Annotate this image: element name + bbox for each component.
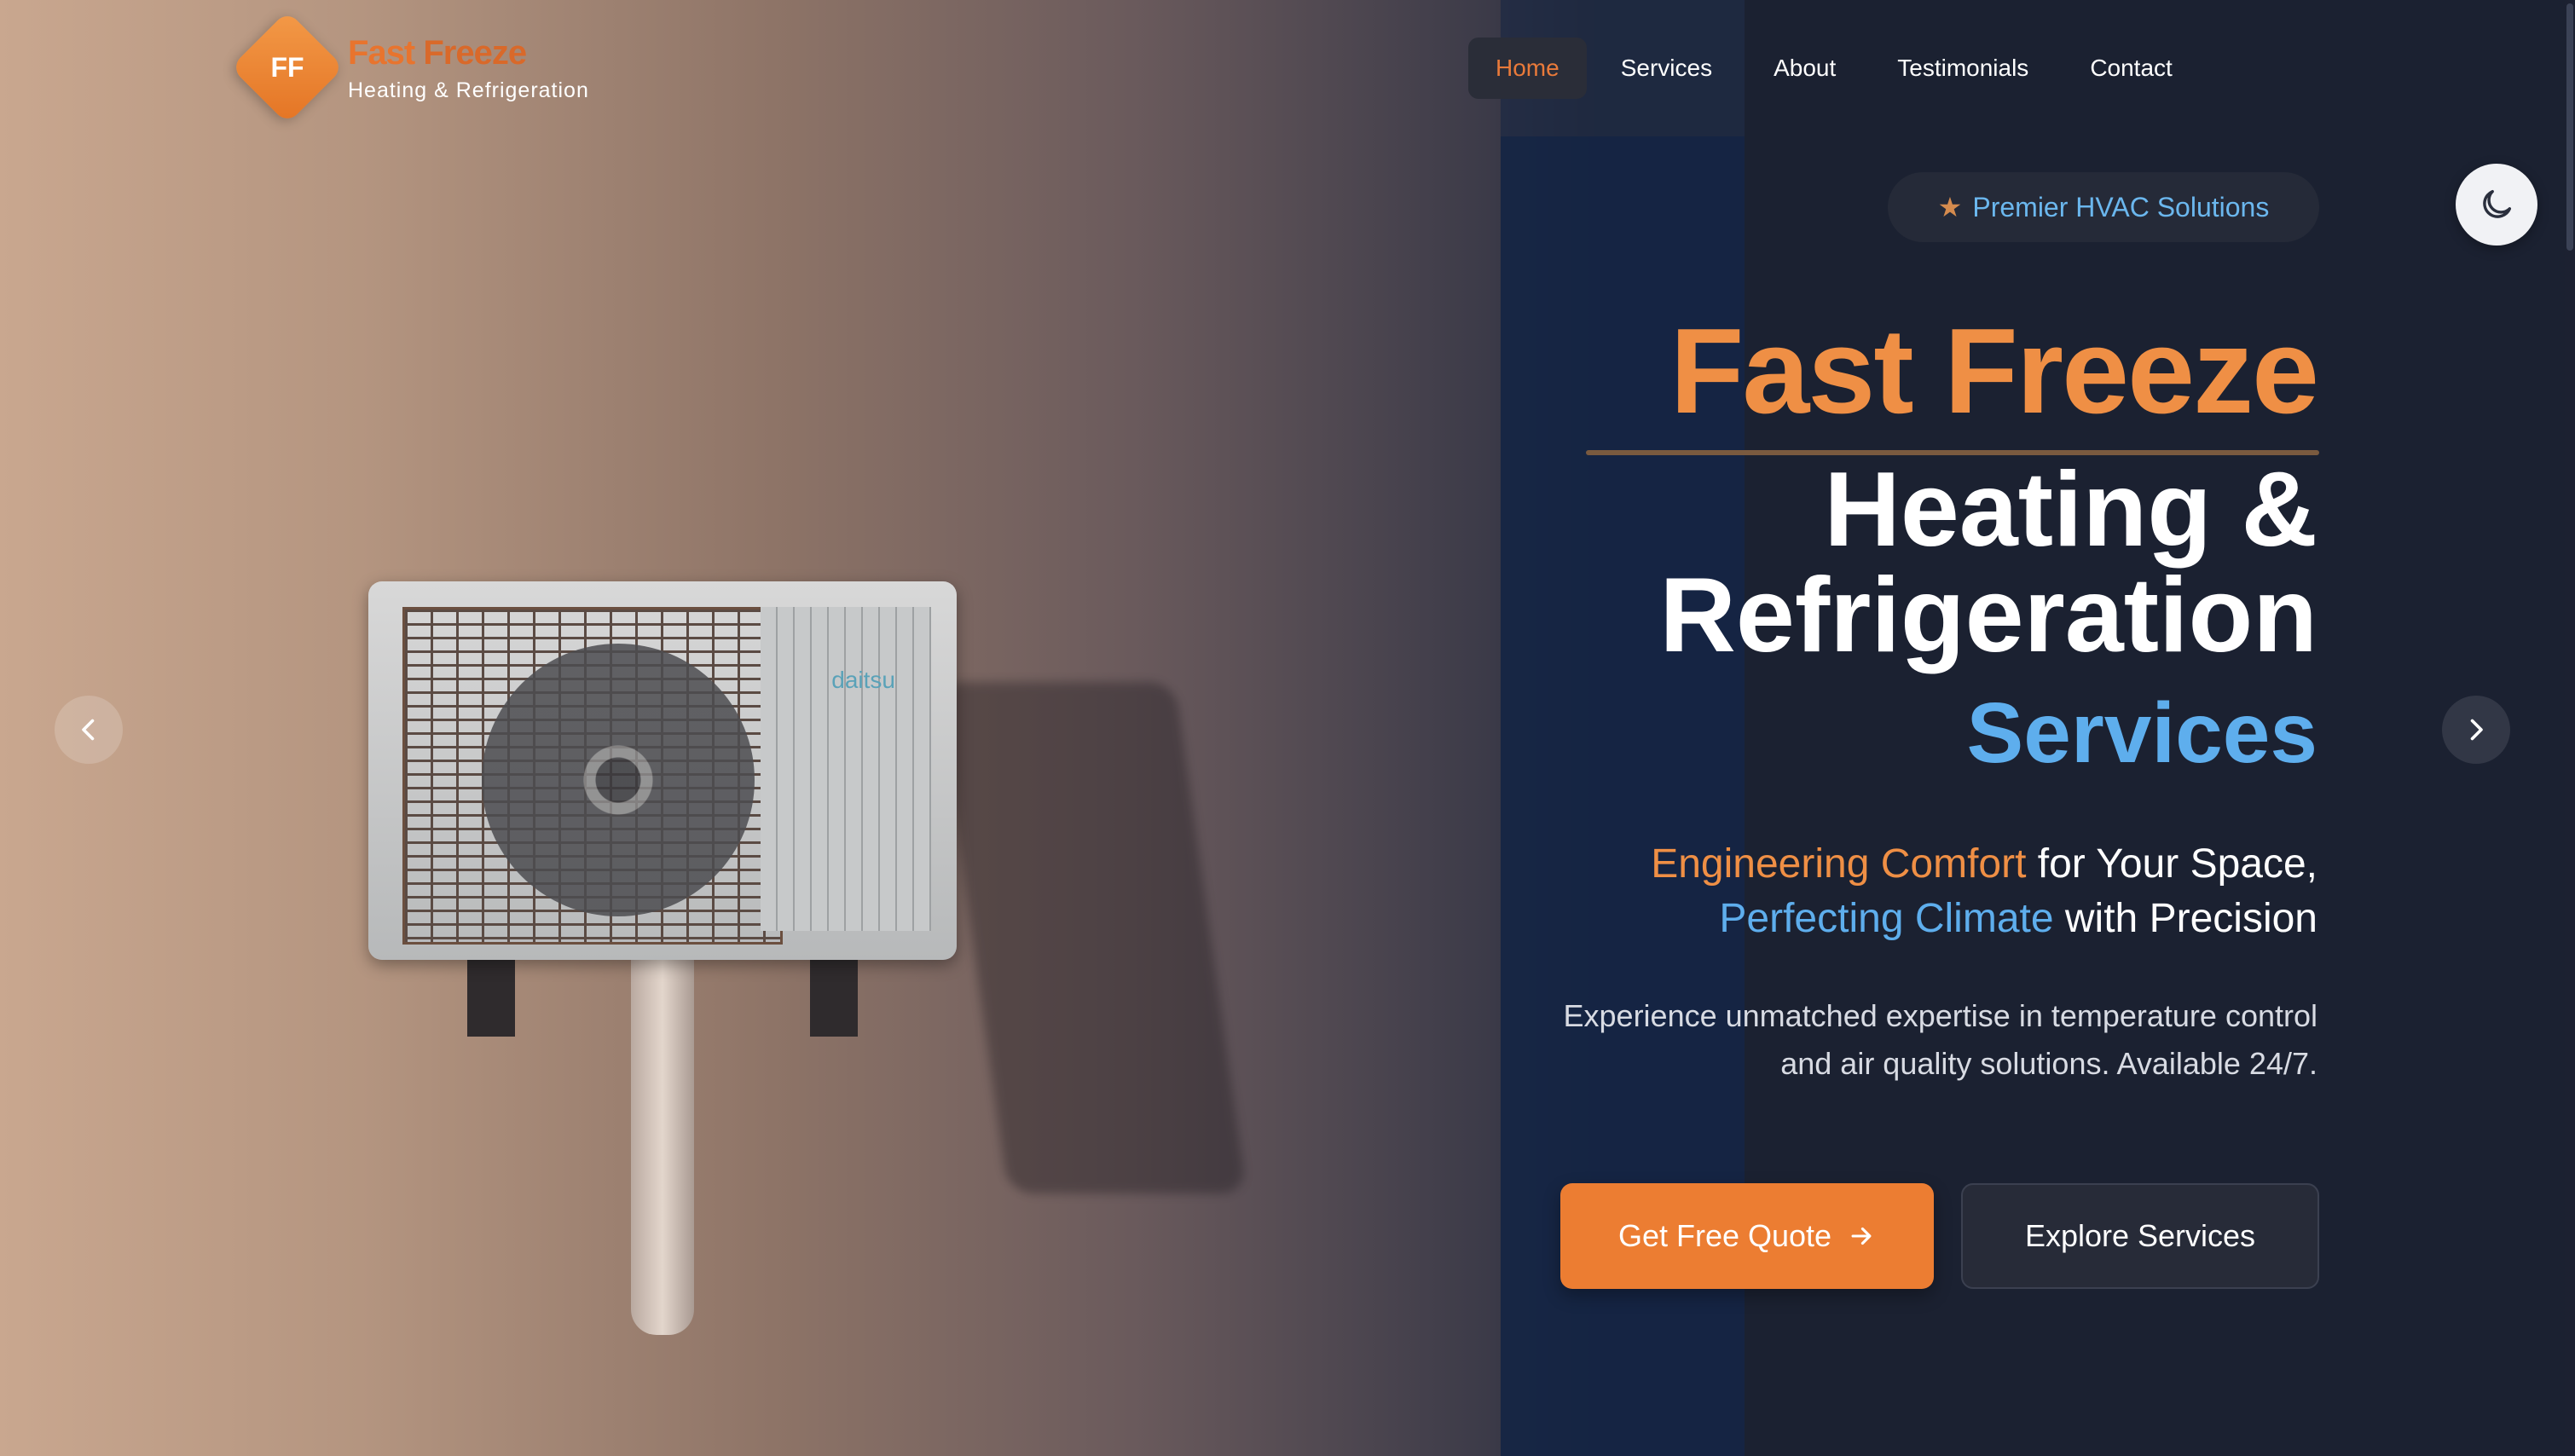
hero-badge-text: Premier HVAC Solutions <box>1972 191 2270 222</box>
ac-brand-label: daitsu <box>831 667 895 693</box>
page-scrollbar[interactable] <box>2565 0 2575 1456</box>
tagline-text-1: for Your Space, <box>2026 841 2318 887</box>
main-nav: Home Services About Testimonials Contact <box>1468 38 2200 99</box>
star-icon: ★ <box>1937 192 1963 222</box>
brand-subtitle: Heating & Refrigeration <box>348 78 589 102</box>
nav-item-contact[interactable]: Contact <box>2063 38 2200 99</box>
brand-name-part1: Fast <box>348 34 415 72</box>
hero-title-services: Services <box>1966 685 2318 781</box>
get-free-quote-label: Get Free Quote <box>1617 1218 1832 1253</box>
explore-services-button[interactable]: Explore Services <box>1961 1183 2319 1289</box>
nav-item-services[interactable]: Services <box>1594 38 1739 99</box>
hero-title-line3: Refrigeration <box>1659 557 2318 674</box>
ac-grille <box>402 607 783 945</box>
hero-tagline: Engineering Comfort for Your Space, Perf… <box>1651 837 2318 946</box>
ac-pipe <box>631 960 694 1335</box>
ac-side-vents <box>761 607 931 931</box>
ac-fan <box>482 644 755 916</box>
nav-item-home[interactable]: Home <box>1468 38 1587 99</box>
hero-description-line1: Experience unmatched expertise in temper… <box>1563 998 2318 1033</box>
explore-services-label: Explore Services <box>2024 1218 2256 1253</box>
carousel-prev-button[interactable] <box>55 696 123 764</box>
ac-unit: daitsu <box>368 581 957 960</box>
arrow-right-icon <box>1851 1227 1872 1245</box>
chevron-left-icon <box>82 719 95 741</box>
hero-title-brand: Fast Freeze <box>1669 303 2319 439</box>
nav-item-about[interactable]: About <box>1746 38 1863 99</box>
get-free-quote-button[interactable]: Get Free Quote <box>1560 1183 1934 1289</box>
tagline-highlight-1: Engineering Comfort <box>1651 841 2027 887</box>
tagline-highlight-2: Perfecting Climate <box>1719 896 2054 941</box>
hero-description-line2: and air quality solutions. Available 24/… <box>1780 1046 2318 1081</box>
moon-icon <box>2483 189 2512 218</box>
chevron-right-icon <box>2470 719 2483 741</box>
tagline-text-2: with Precision <box>2053 896 2318 941</box>
logo-initials[interactable]: FF <box>247 27 327 107</box>
theme-toggle-button[interactable] <box>2456 164 2537 246</box>
hero-title-line2: Heating & <box>1824 451 2318 569</box>
nav-item-testimonials[interactable]: Testimonials <box>1870 38 2056 99</box>
brand-name-part2: Freeze <box>423 34 527 72</box>
brand-name[interactable]: Fast Freeze <box>348 34 527 72</box>
hero-title-main: Heating & Refrigeration <box>1659 457 2318 668</box>
hero-badge: ★ Premier HVAC Solutions <box>1888 172 2319 242</box>
carousel-next-button[interactable] <box>2442 696 2510 764</box>
hero-description: Experience unmatched expertise in temper… <box>1516 992 2318 1088</box>
scrollbar-thumb[interactable] <box>2566 3 2573 251</box>
